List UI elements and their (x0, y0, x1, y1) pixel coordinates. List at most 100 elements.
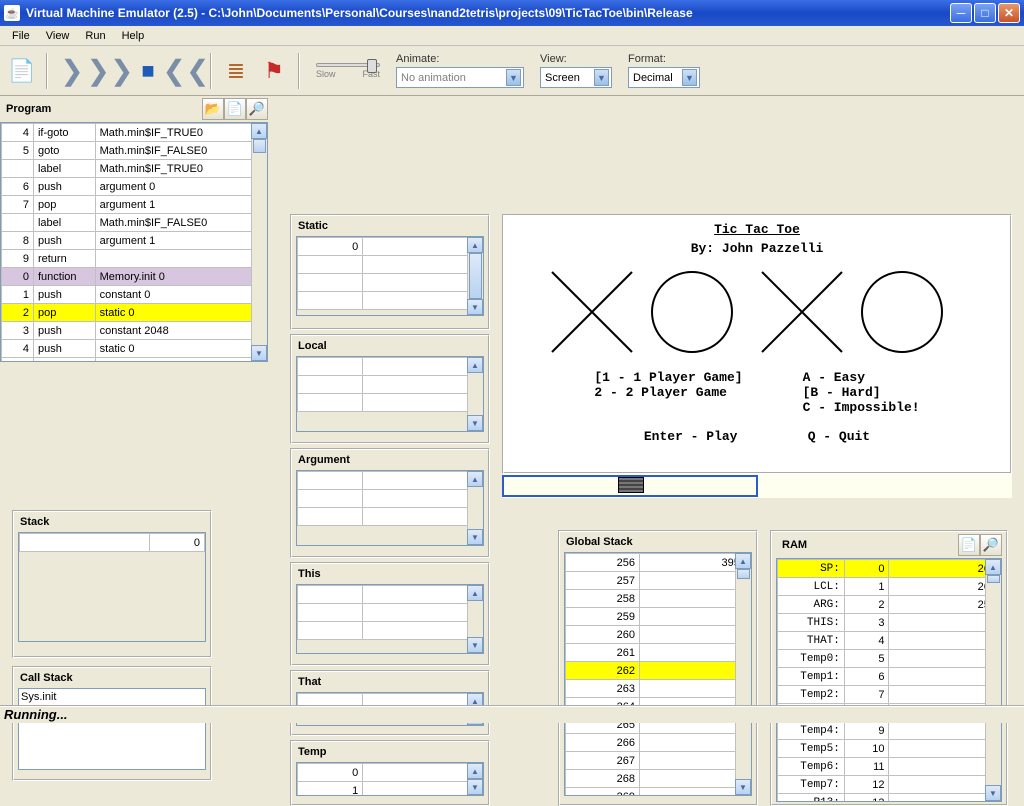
program-row[interactable]: 9return (2, 250, 267, 268)
program-row[interactable]: 5gotoMath.min$IF_FALSE0 (2, 142, 267, 160)
table-row (298, 256, 483, 274)
screen-title: Tic Tac Toe (714, 222, 800, 237)
view-combo[interactable]: Screen ▼ (540, 67, 612, 88)
callstack-title: Call Stack (14, 668, 210, 688)
stop-button[interactable]: ■ (132, 55, 164, 87)
step-button[interactable]: ❯ (56, 55, 88, 87)
rewind-button[interactable]: ❮❮ (170, 55, 202, 87)
table-row (298, 358, 483, 376)
open-button[interactable]: 📄 (6, 55, 38, 87)
close-button[interactable]: ✕ (998, 3, 1020, 23)
table-row (298, 508, 483, 526)
screen-panel: Tic Tac Toe By: John Pazzelli [1 - 1 Pla… (502, 214, 1012, 474)
program-title: Program (0, 99, 202, 119)
argument-title: Argument (292, 450, 488, 470)
table-row: 00 (298, 238, 483, 256)
menubar: File View Run Help (0, 26, 1024, 46)
format-combo[interactable]: Decimal ▼ (628, 67, 700, 88)
keyboard-bar (502, 474, 1012, 498)
table-row (298, 490, 483, 508)
scrollbar[interactable]: ▲▼ (467, 237, 483, 315)
menu-help[interactable]: Help (114, 28, 153, 44)
scrollbar[interactable]: ▲▼ (985, 559, 1001, 801)
table-row (298, 376, 483, 394)
menu-left-2: 2 - 2 Player Game (594, 385, 742, 400)
menu-file[interactable]: File (4, 28, 38, 44)
program-row[interactable]: labelMath.min$IF_FALSE0 (2, 214, 267, 232)
binoculars-icon[interactable]: 🔎 (980, 534, 1002, 556)
ram-row: THIS:30 (778, 614, 1001, 632)
program-row[interactable]: 1pushconstant 0 (2, 286, 267, 304)
callstack-list[interactable]: Sys.initMemory.init (18, 688, 206, 770)
menu-right-3: C - Impossible! (803, 400, 920, 415)
minimize-button[interactable]: ─ (950, 3, 972, 23)
menu-right-1: A - Easy (803, 370, 920, 385)
menu-view[interactable]: View (38, 28, 78, 44)
script-button[interactable]: ≣ (220, 55, 252, 87)
animate-label: Animate: (396, 53, 524, 65)
program-row[interactable]: 8pushargument 1 (2, 232, 267, 250)
screen-bottom-right: Q - Quit (808, 429, 870, 444)
separator (298, 53, 300, 89)
program-row[interactable]: 5add (2, 358, 267, 363)
temp-panel: Temp 0010 ▲▼ (290, 740, 490, 806)
maximize-button[interactable]: □ (974, 3, 996, 23)
argument-table (297, 471, 483, 526)
new-file-icon[interactable]: 📄 (958, 534, 980, 556)
table-row: 2630 (566, 680, 751, 698)
local-table (297, 357, 483, 412)
window-title: Virtual Machine Emulator (2.5) - C:\John… (26, 6, 950, 20)
program-row[interactable]: 4if-gotoMath.min$IF_TRUE0 (2, 124, 267, 142)
this-panel: This ▲▼ (290, 562, 490, 666)
ram-row: THAT:40 (778, 632, 1001, 650)
run-button[interactable]: ❯❯ (94, 55, 126, 87)
program-row[interactable]: 3pushconstant 2048 (2, 322, 267, 340)
table-row (298, 622, 483, 640)
scrollbar[interactable]: ▲▼ (467, 357, 483, 431)
binoculars-icon[interactable]: 🔎 (246, 98, 268, 120)
menu-run[interactable]: Run (77, 28, 113, 44)
java-icon: ☕ (4, 5, 20, 21)
scrollbar[interactable]: ▲▼ (735, 553, 751, 795)
callstack-item[interactable]: Sys.init (21, 691, 203, 706)
program-row[interactable]: 4pushstatic 0 (2, 340, 267, 358)
callstack-panel: Call Stack Sys.initMemory.init (12, 666, 212, 781)
program-row[interactable]: 2popstatic 0 (2, 304, 267, 322)
that-title: That (292, 672, 488, 692)
separator (210, 53, 212, 89)
table-row: 2620 (566, 662, 751, 680)
ram-table: SP:0262LCL:1261ARG:2256THIS:30THAT:40Tem… (777, 559, 1001, 802)
new-file-icon[interactable]: 📄 (224, 98, 246, 120)
speed-slider[interactable]: Slow Fast (316, 63, 380, 79)
table-row (298, 472, 483, 490)
scrollbar[interactable]: ▲ ▼ (251, 123, 267, 361)
table-row: 2600 (566, 626, 751, 644)
format-label: Format: (628, 53, 700, 65)
ram-row: Temp1:60 (778, 668, 1001, 686)
ram-row: Temp4:90 (778, 722, 1001, 740)
breakpoint-button[interactable]: ⚑ (258, 55, 290, 87)
scrollbar[interactable]: ▲▼ (467, 763, 483, 795)
program-row[interactable]: 6pushargument 0 (2, 178, 267, 196)
program-row[interactable]: 7popargument 1 (2, 196, 267, 214)
this-table (297, 585, 483, 640)
program-table[interactable]: 4if-gotoMath.min$IF_TRUE05gotoMath.min$I… (1, 123, 267, 362)
separator (46, 53, 48, 89)
open-folder-icon[interactable]: 📂 (202, 98, 224, 120)
program-row[interactable]: labelMath.min$IF_TRUE0 (2, 160, 267, 178)
scrollbar[interactable]: ▲▼ (467, 471, 483, 545)
chevron-down-icon: ▼ (506, 69, 521, 86)
program-row[interactable]: 0functionMemory.init 0 (2, 268, 267, 286)
scrollbar[interactable]: ▲▼ (467, 585, 483, 653)
table-row: 00 (298, 764, 483, 782)
menu-left-1: [1 - 1 Player Game] (594, 370, 742, 385)
ram-title: RAM (776, 535, 958, 555)
ram-row: ARG:2256 (778, 596, 1001, 614)
table-row: 2690 (566, 788, 751, 797)
local-panel: Local ▲▼ (290, 334, 490, 444)
animate-combo[interactable]: No animation ▼ (396, 67, 524, 88)
ram-row: Temp0:50 (778, 650, 1001, 668)
ram-row: LCL:1261 (778, 578, 1001, 596)
table-row: 2670 (566, 752, 751, 770)
program-panel: Program 📂 📄 🔎 4if-gotoMath.min$IF_TRUE05… (0, 96, 268, 366)
